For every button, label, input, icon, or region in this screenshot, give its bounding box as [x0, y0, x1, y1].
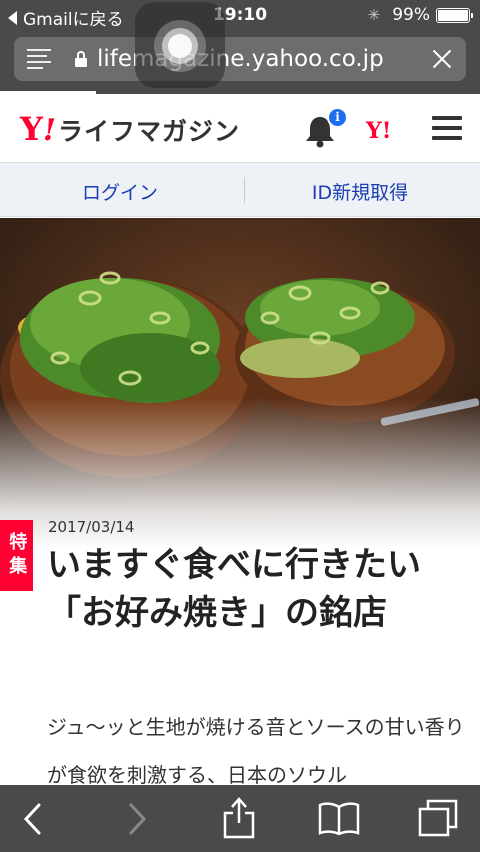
feature-badge-text: 特集 — [6, 531, 28, 580]
status-bar: Gmailに戻る 19:10 ✳ 99% — [0, 0, 480, 32]
forward-arrow-icon[interactable] — [124, 801, 150, 837]
signup-link[interactable]: ID新規取得 — [240, 178, 480, 205]
status-right: ✳ 99% — [367, 5, 473, 25]
browser-toolbar — [0, 785, 480, 852]
feature-badge: 特集 — [0, 520, 33, 591]
browser-url-area: lifemagazine.yahoo.co.jp — [0, 32, 480, 94]
battery-percent: 99% — [392, 5, 430, 25]
article-date: 2017/03/14 — [48, 518, 135, 536]
logo-mark: Y — [20, 110, 43, 148]
site-header: Y ! ライフマガジン Y! — [0, 94, 480, 163]
site-logo[interactable]: Y ! ライフマガジン — [20, 112, 240, 148]
tabs-icon[interactable] — [418, 799, 458, 837]
menu-icon[interactable] — [432, 116, 462, 140]
battery-fill — [438, 9, 468, 21]
assistive-touch-ring — [168, 34, 192, 58]
bookmarks-icon[interactable] — [318, 801, 360, 835]
article-title[interactable]: いますぐ食べに行きたい「お好み焼き」の銘店 — [47, 541, 467, 637]
lock-icon — [75, 51, 87, 67]
activity-spinner-icon: ✳ — [367, 6, 381, 24]
hero-image[interactable] — [0, 218, 480, 548]
back-arrow-icon[interactable] — [20, 801, 46, 837]
close-icon[interactable] — [430, 47, 454, 71]
notification-badge[interactable]: i — [327, 107, 348, 128]
address-bar[interactable]: lifemagazine.yahoo.co.jp — [14, 37, 466, 81]
share-icon[interactable] — [222, 795, 256, 839]
login-link[interactable]: ログイン — [0, 178, 240, 205]
assistive-touch-button[interactable] — [135, 2, 225, 88]
reader-icon[interactable] — [27, 49, 51, 69]
battery-icon — [436, 7, 473, 23]
logo-text: ライフマガジン — [58, 117, 241, 146]
yahoo-home-link[interactable]: Y! — [366, 118, 391, 144]
logo-exclaim: ! — [42, 113, 57, 148]
auth-bar: ログイン ID新規取得 — [0, 163, 480, 217]
